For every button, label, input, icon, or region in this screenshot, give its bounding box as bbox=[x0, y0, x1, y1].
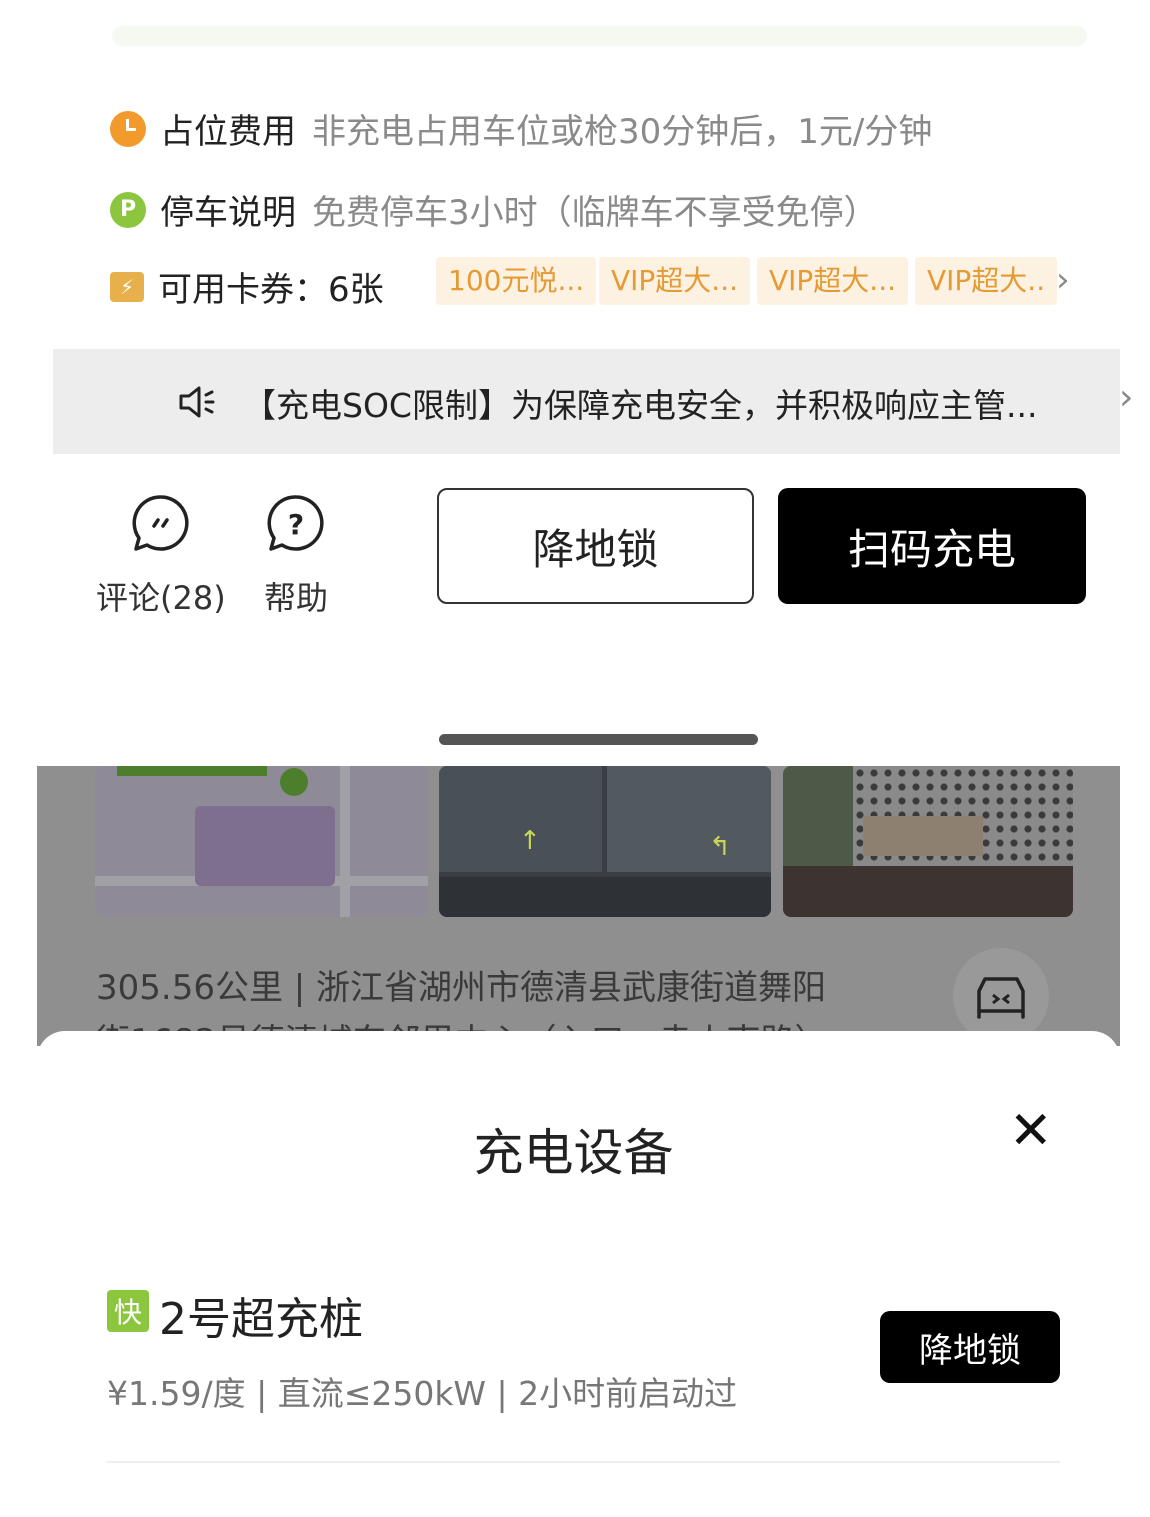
charging-devices-sheet: 充电设备 ✕ 快 2号超充桩 ¥1.59/度 | 直流≤250kW | 2小时前… bbox=[37, 1031, 1120, 1517]
map-pin-icon bbox=[280, 768, 308, 796]
navigate-car-button[interactable] bbox=[953, 948, 1049, 1044]
building-photo-thumbnail bbox=[783, 766, 1073, 917]
divider bbox=[107, 1461, 1060, 1463]
comment-bubble-icon bbox=[132, 495, 189, 551]
help-button[interactable]: ? 帮助 bbox=[264, 493, 328, 619]
close-icon[interactable]: ✕ bbox=[1009, 1105, 1053, 1157]
lower-lock-button[interactable]: 降地锁 bbox=[437, 488, 754, 604]
garage-photo bbox=[607, 766, 771, 872]
garage-photo bbox=[439, 877, 771, 917]
chevron-right-icon[interactable]: › bbox=[1119, 377, 1133, 418]
occupancy-fee-row: 占位费用 非充电占用车位或枪30分钟后，1元/分钟 bbox=[110, 104, 932, 153]
help-label: 帮助 bbox=[264, 579, 329, 617]
occupancy-fee-value: 非充电占用车位或枪30分钟后，1元/分钟 bbox=[312, 112, 933, 152]
notice-text: 【充电SOC限制】为保障充电安全，并积极响应主管... bbox=[243, 386, 1038, 425]
notice-bar[interactable]: 【充电SOC限制】为保障充电安全，并积极响应主管... › bbox=[53, 349, 1133, 454]
coupon-chip[interactable]: VIP超大... bbox=[757, 257, 908, 305]
tree-shape bbox=[783, 766, 853, 876]
coupon-chip[interactable]: VIP超大... bbox=[599, 257, 750, 305]
chevron-right-icon[interactable]: › bbox=[1056, 260, 1070, 300]
device-meta: ¥1.59/度 | 直流≤250kW | 2小时前启动过 bbox=[107, 1374, 738, 1413]
comment-button[interactable]: 评论(28) bbox=[96, 493, 226, 619]
map-thumbnail bbox=[95, 766, 428, 917]
coupon-chip[interactable]: VIP超大.. bbox=[915, 257, 1058, 305]
map-zone bbox=[195, 806, 335, 886]
arrow-icon: ↰ bbox=[709, 832, 731, 862]
coupon-count-label: 可用卡券：6张 bbox=[158, 270, 384, 310]
clock-icon bbox=[110, 110, 146, 147]
parking-info-value: 免费停车3小时（临牌车不享受免停） bbox=[312, 193, 878, 233]
parking-info-row: P 停车说明 免费停车3小时（临牌车不享受免停） bbox=[110, 185, 878, 234]
parking-photo-thumbnail: ↑ ↰ bbox=[439, 766, 771, 917]
occupancy-fee-label: 占位费用 bbox=[160, 112, 296, 152]
car-icon bbox=[977, 977, 1025, 1019]
coupon-row[interactable]: ⚡ 可用卡券：6张 bbox=[110, 262, 400, 311]
map-road bbox=[340, 766, 350, 917]
help-bubble-icon: ? bbox=[267, 495, 324, 551]
station-detail-backdrop: ↑ ↰ 305.56公里 | 浙江省湖州市德清县武康街道舞阳 街1682号德清城… bbox=[37, 766, 1120, 1046]
arrow-icon: ↑ bbox=[519, 826, 541, 856]
drag-handle[interactable] bbox=[439, 734, 758, 745]
coupon-bolt-icon: ⚡ bbox=[110, 271, 144, 302]
parking-info-label: 停车说明 bbox=[160, 193, 296, 233]
device-name: 2号超充桩 bbox=[159, 1294, 363, 1345]
device-lower-lock-button[interactable]: 降地锁 bbox=[880, 1311, 1060, 1383]
comment-label: 评论(28) bbox=[96, 579, 226, 617]
map-route bbox=[117, 766, 267, 776]
building-slab bbox=[863, 816, 983, 856]
speaker-icon bbox=[179, 386, 215, 418]
station-address: 305.56公里 | 浙江省湖州市德清县武康街道舞阳 bbox=[96, 968, 827, 1008]
coupon-chip[interactable]: 100元悦... bbox=[436, 257, 597, 305]
fast-charge-badge: 快 bbox=[107, 1290, 149, 1332]
sheet-title: 充电设备 bbox=[473, 1124, 674, 1182]
shopfront bbox=[783, 866, 1073, 917]
svg-text:?: ? bbox=[288, 508, 304, 541]
scan-charge-button[interactable]: 扫码充电 bbox=[778, 488, 1086, 604]
parking-icon: P bbox=[110, 191, 146, 228]
top-card-edge bbox=[112, 26, 1087, 46]
garage-photo bbox=[439, 766, 602, 872]
